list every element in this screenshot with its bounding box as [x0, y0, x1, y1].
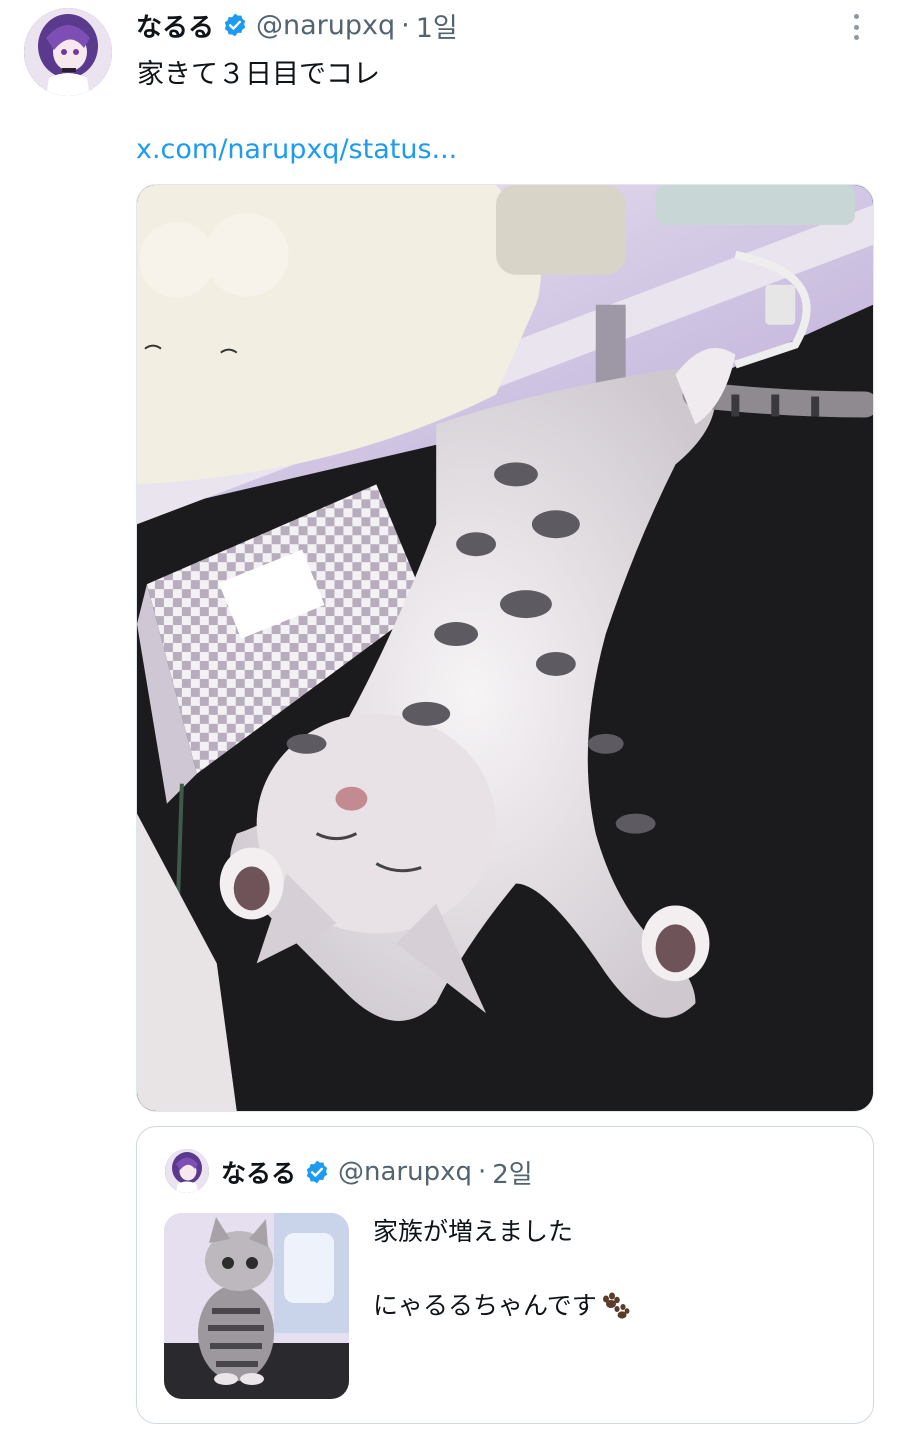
author-handle[interactable]: @narupxq — [256, 10, 395, 41]
tweet-link[interactable]: x.com/narupxq/status... — [136, 134, 457, 165]
avatar-image — [24, 8, 112, 96]
tweet[interactable]: なるる @narupxq · 1일 家きて３日目でコレ x.com/narupx… — [0, 0, 900, 1443]
paw-prints-icon — [602, 1292, 630, 1319]
tweet-time[interactable]: 1일 — [416, 6, 458, 45]
quoted-author-avatar — [165, 1149, 209, 1193]
author-avatar[interactable] — [24, 8, 112, 96]
photo-kitten-sitting — [164, 1213, 349, 1399]
verified-badge-icon — [306, 1160, 328, 1184]
quoted-tweet-text: 家族が増えました にゃるるちゃんです — [373, 1213, 853, 1324]
separator-dot: · — [478, 1157, 487, 1187]
quoted-tweet[interactable]: なるる @narupxq · 2일 家族が増えました にゃるるちゃんです — [136, 1126, 874, 1424]
quoted-text-line-1: 家族が増えました — [373, 1217, 574, 1246]
tweet-photo[interactable] — [136, 184, 874, 1112]
quoted-text-line-2: にゃるるちゃんです — [373, 1291, 597, 1320]
photo-kitten-sleeping — [137, 185, 873, 1111]
quoted-author-handle: @narupxq — [338, 1157, 472, 1187]
quoted-author-name: なるる — [221, 1159, 297, 1188]
more-vertical-icon[interactable] — [846, 12, 866, 42]
tweet-text: 家きて３日目でコレ — [137, 59, 380, 90]
tweet-header: なるる @narupxq · 1일 — [136, 6, 458, 45]
avatar-image — [165, 1149, 209, 1193]
quoted-text-line-2-wrap: にゃるるちゃんです — [373, 1287, 853, 1324]
quoted-tweet-photo — [164, 1213, 349, 1399]
quoted-tweet-time: 2일 — [492, 1159, 533, 1190]
separator-dot: · — [401, 9, 410, 41]
quoted-tweet-header: なるる @narupxq · 2일 — [221, 1155, 533, 1190]
verified-badge-icon — [224, 13, 246, 37]
author-name[interactable]: なるる — [136, 7, 214, 44]
